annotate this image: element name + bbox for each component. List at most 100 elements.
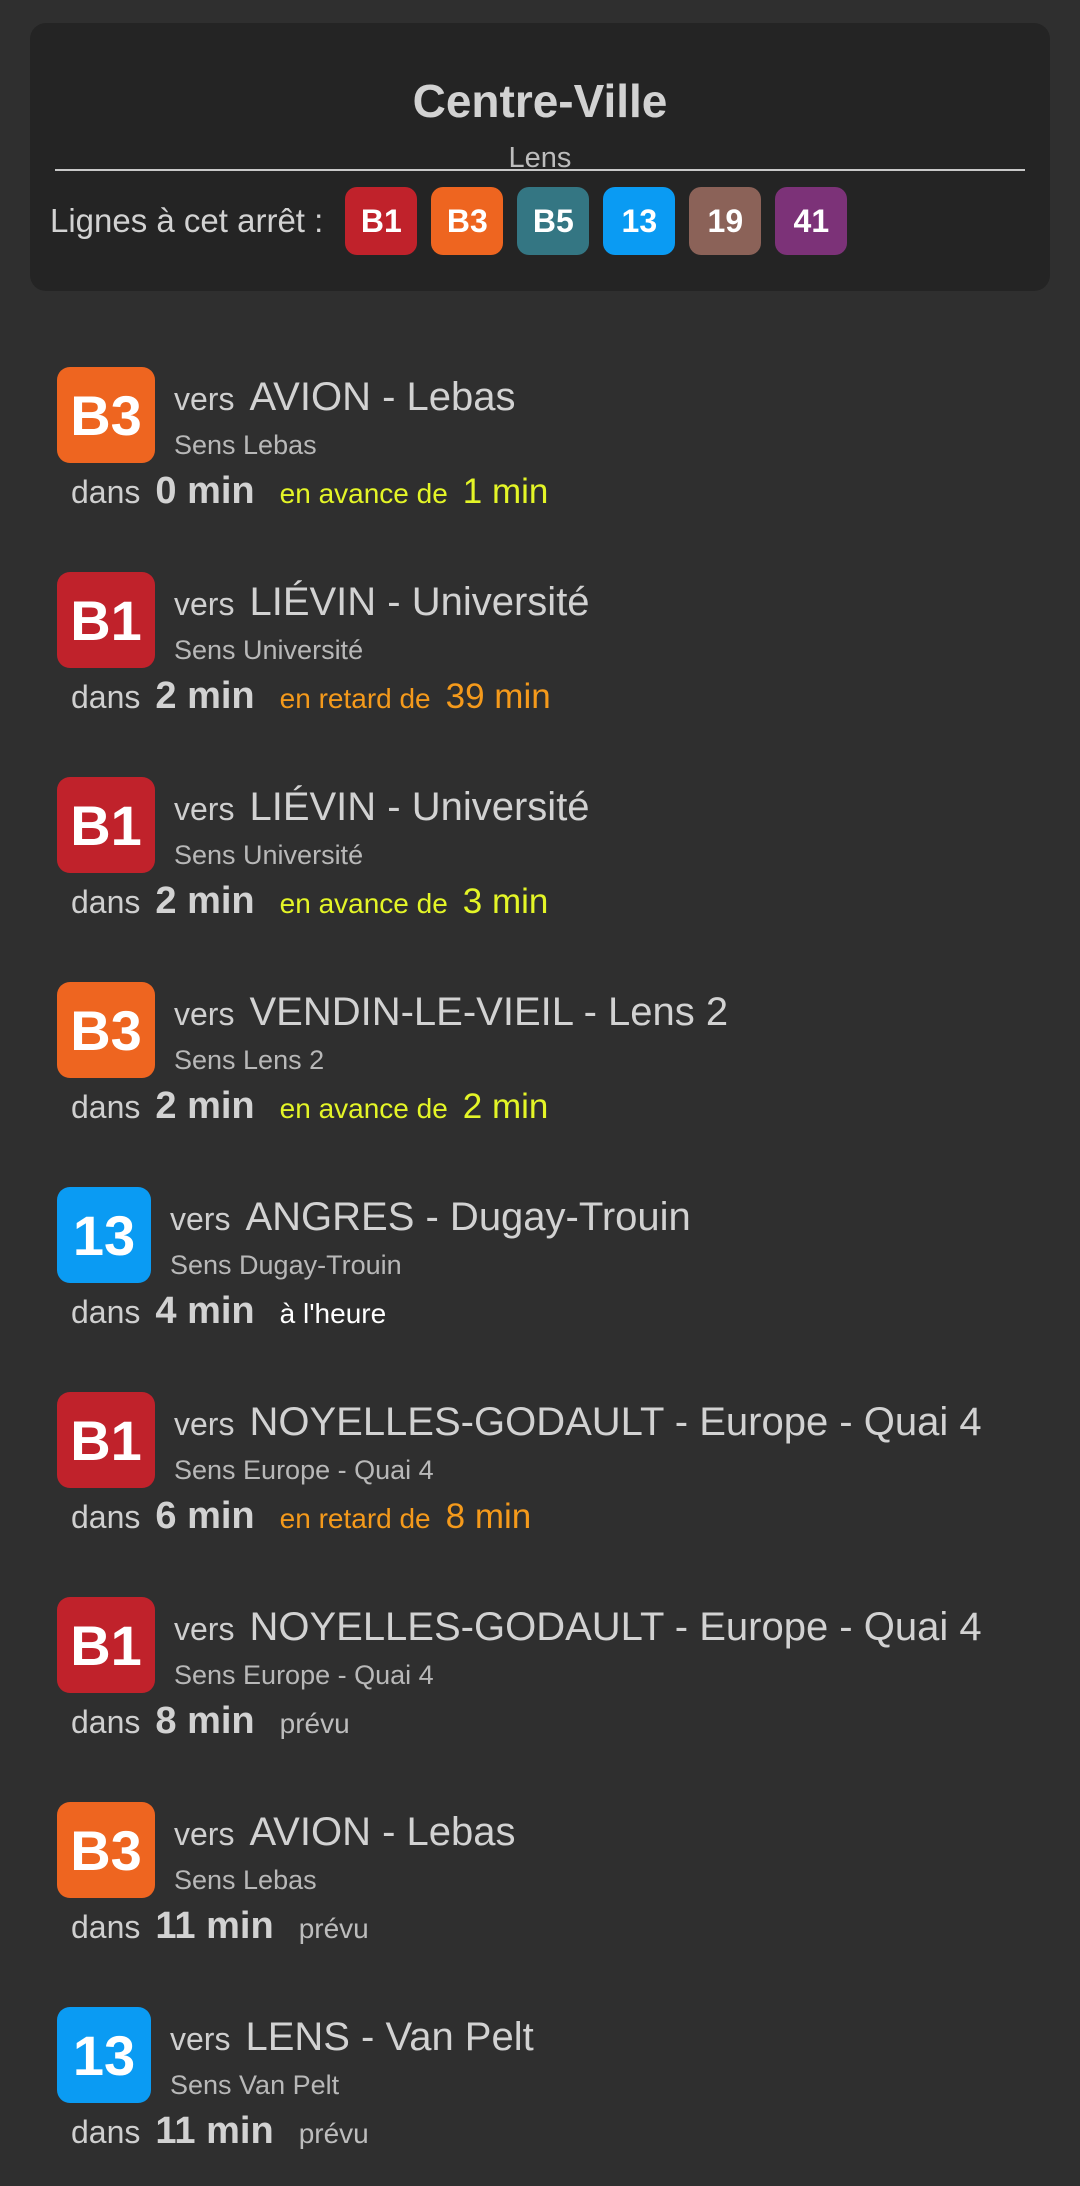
line-chip-b1[interactable]: B1 (345, 187, 418, 255)
departure-row[interactable]: B1 vers NOYELLES-GODAULT - Europe - Quai 4… (0, 1374, 1080, 1579)
dans-label: dans (71, 2114, 141, 2150)
time-line: dans 0 min en avance de 1 min (71, 470, 548, 520)
destination-name: LIÉVIN - Université (249, 580, 590, 624)
status-label: à l'heure (279, 1298, 387, 1329)
destination-line: vers LIÉVIN - Université (174, 580, 590, 628)
minutes-until: 6 min (155, 1495, 255, 1537)
line-badge: B1 (57, 572, 155, 668)
line-chip-41[interactable]: 41 (775, 187, 848, 255)
minutes-until: 2 min (155, 880, 255, 922)
vers-label: vers (174, 996, 235, 1032)
minutes-until: 4 min (155, 1290, 255, 1332)
line-badge: B3 (57, 982, 155, 1078)
status-offset: 39 min (445, 677, 551, 716)
lines-label: Lignes à cet arrêt : (50, 202, 324, 239)
destination-name: LIÉVIN - Université (249, 785, 590, 829)
direction-label: Sens Europe - Quai 4 (174, 1660, 434, 1690)
dans-label: dans (71, 1909, 141, 1945)
minutes-until: 0 min (155, 470, 255, 512)
status-offset: 1 min (462, 472, 549, 511)
direction-label: Sens Université (174, 635, 364, 665)
destination-name: LENS - Van Pelt (245, 2015, 534, 2059)
line-chip-19[interactable]: 19 (689, 187, 762, 255)
destination-line: vers VENDIN-LE-VIEIL - Lens 2 (174, 990, 728, 1038)
status-label: prévu (298, 2118, 369, 2149)
line-badge: 13 (57, 1187, 151, 1283)
departure-row[interactable]: B3 vers AVION - Lebas Sens Lebas dans 11 min p… (0, 1784, 1080, 1989)
destination-line: vers AVION - Lebas (174, 1810, 516, 1858)
stop-lines-row: Lignes à cet arrêt : B1 B3 B5 13 19 41 (50, 185, 861, 257)
time-line: dans 2 min en retard de 39 min (71, 675, 551, 725)
status-label: prévu (298, 1913, 369, 1944)
line-badge: B3 (57, 367, 155, 463)
status-label: prévu (279, 1708, 350, 1739)
line-chips: B1 B3 B5 13 19 41 (345, 187, 861, 255)
departures-list: B3 vers AVION - Lebas Sens Lebas dans 0 min en… (0, 349, 1080, 2186)
status-label: en avance de (279, 1093, 448, 1124)
vers-label: vers (174, 1816, 235, 1852)
departure-row[interactable]: 13 vers LENS - Van Pelt Sens Van Pelt dans 11… (0, 1989, 1080, 2186)
line-chip-13[interactable]: 13 (603, 187, 676, 255)
header-divider (55, 169, 1025, 171)
vers-label: vers (174, 791, 235, 827)
status-label: en avance de (279, 888, 448, 919)
dans-label: dans (71, 884, 141, 920)
departure-row[interactable]: 13 vers ANGRES - Dugay-Trouin Sens Dugay-Tr… (0, 1169, 1080, 1374)
dans-label: dans (71, 474, 141, 510)
departure-row[interactable]: B1 vers LIÉVIN - Université Sens Université… (0, 759, 1080, 964)
line-badge: B3 (57, 1802, 155, 1898)
time-line: dans 11 min prévu (71, 2110, 384, 2160)
minutes-until: 11 min (155, 2110, 274, 2152)
status-label: en retard de (279, 1503, 431, 1534)
stop-header-card: Centre-Ville Lens Lignes à cet arrêt : B… (30, 23, 1050, 291)
status-label: en retard de (279, 683, 431, 714)
departure-row[interactable]: B1 vers NOYELLES-GODAULT - Europe - Quai 4… (0, 1579, 1080, 1784)
destination-line: vers NOYELLES-GODAULT - Europe - Quai 4 (174, 1400, 982, 1448)
vers-label: vers (174, 381, 235, 417)
time-line: dans 4 min à l'heure (71, 1290, 401, 1340)
dans-label: dans (71, 1089, 141, 1125)
time-line: dans 2 min en avance de 2 min (71, 1085, 548, 1135)
status-offset: 8 min (445, 1497, 532, 1536)
direction-label: Sens Lebas (174, 430, 317, 460)
vers-label: vers (174, 1406, 235, 1442)
minutes-until: 8 min (155, 1700, 255, 1742)
dans-label: dans (71, 679, 141, 715)
destination-line: vers LIÉVIN - Université (174, 785, 590, 833)
destination-name: NOYELLES-GODAULT - Europe - Quai 4 (249, 1400, 982, 1444)
destination-line: vers AVION - Lebas (174, 375, 516, 423)
line-badge: B1 (57, 777, 155, 873)
minutes-until: 2 min (155, 1085, 255, 1127)
destination-line: vers LENS - Van Pelt (170, 2015, 534, 2063)
dans-label: dans (71, 1294, 141, 1330)
line-badge: 13 (57, 2007, 151, 2103)
line-chip-b5[interactable]: B5 (517, 187, 590, 255)
status-label: en avance de (279, 478, 448, 509)
status-offset: 3 min (462, 882, 549, 921)
vers-label: vers (174, 586, 235, 622)
destination-line: vers NOYELLES-GODAULT - Europe - Quai 4 (174, 1605, 982, 1653)
destination-name: ANGRES - Dugay-Trouin (245, 1195, 691, 1239)
stop-name: Centre-Ville (412, 75, 668, 127)
departure-row[interactable]: B3 vers VENDIN-LE-VIEIL - Lens 2 Sens Lens … (0, 964, 1080, 1169)
time-line: dans 8 min prévu (71, 1700, 365, 1750)
departure-row[interactable]: B1 vers LIÉVIN - Université Sens Université… (0, 554, 1080, 759)
destination-name: NOYELLES-GODAULT - Europe - Quai 4 (249, 1605, 982, 1649)
line-badge: B1 (57, 1597, 155, 1693)
line-badge: B1 (57, 1392, 155, 1488)
direction-label: Sens Lebas (174, 1865, 317, 1895)
line-chip-b3[interactable]: B3 (431, 187, 504, 255)
time-line: dans 2 min en avance de 3 min (71, 880, 548, 930)
status-offset: 2 min (462, 1087, 549, 1126)
dans-label: dans (71, 1499, 141, 1535)
destination-name: AVION - Lebas (249, 1810, 516, 1854)
minutes-until: 2 min (155, 675, 255, 717)
vers-label: vers (170, 2021, 231, 2057)
bus-stop-screen: Centre-Ville Lens Lignes à cet arrêt : B… (0, 0, 1080, 2186)
departure-row[interactable]: B3 vers AVION - Lebas Sens Lebas dans 0 min en… (0, 349, 1080, 554)
direction-label: Sens Lens 2 (174, 1045, 325, 1075)
destination-name: AVION - Lebas (249, 375, 516, 419)
time-line: dans 6 min en retard de 8 min (71, 1495, 531, 1545)
direction-label: Sens Van Pelt (170, 2070, 340, 2100)
minutes-until: 11 min (155, 1905, 274, 1947)
